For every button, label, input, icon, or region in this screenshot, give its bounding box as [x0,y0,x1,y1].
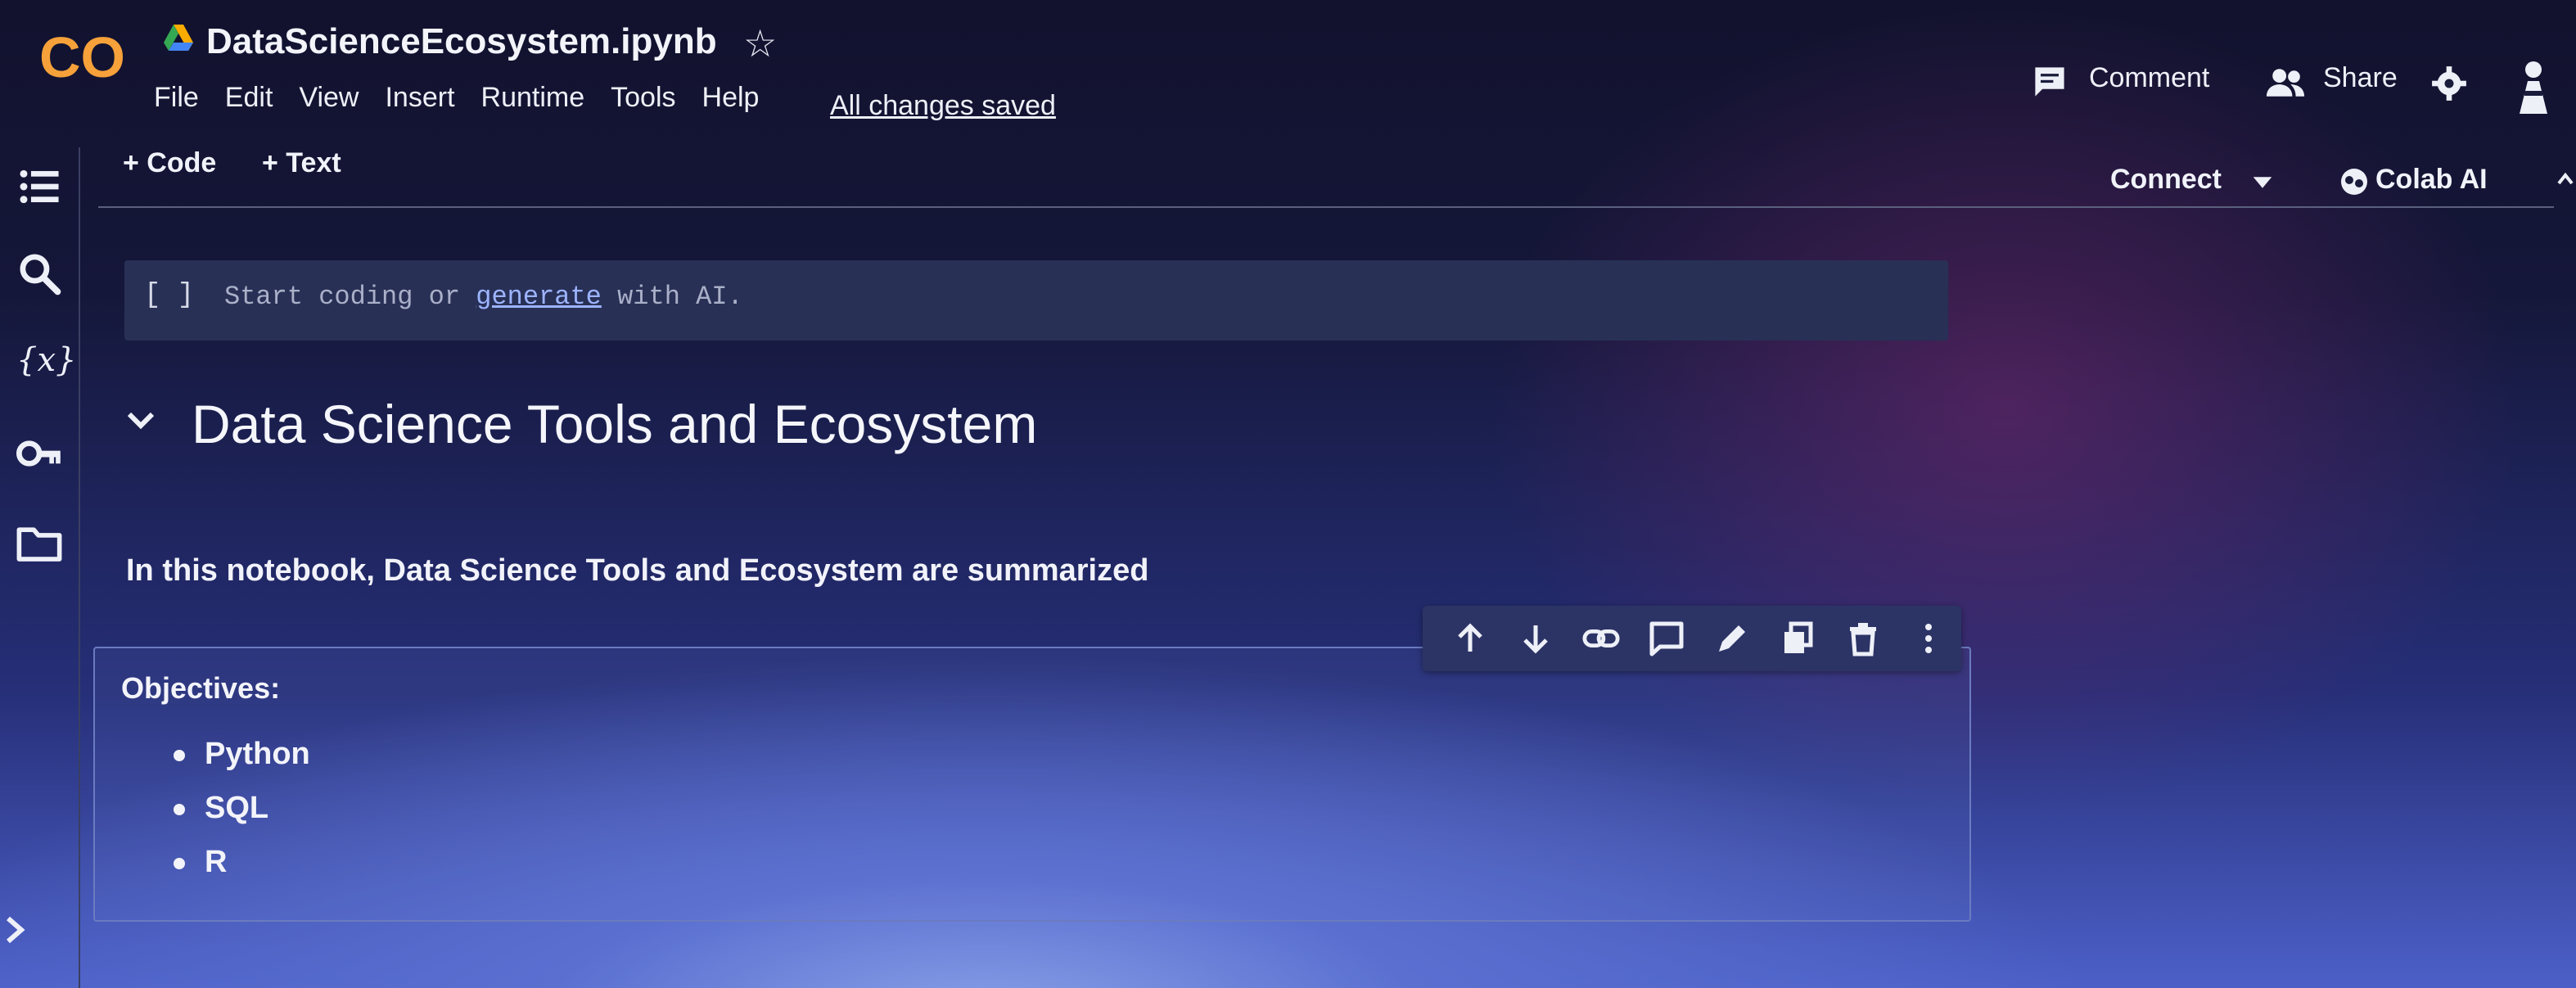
comment-icon [1649,621,1684,656]
list-item: SQL [169,791,310,845]
secrets-key-icon[interactable] [16,431,62,476]
star-icon[interactable]: ☆ [743,21,777,65]
code-cell[interactable]: [ ] Start coding or generate with AI. [124,260,1948,341]
code-cell-placeholder: Start coding or generate with AI. [224,282,743,312]
run-cell-bracket[interactable]: [ ] [144,280,194,311]
move-down-button[interactable] [1503,614,1568,663]
colab-ai-icon [2341,169,2367,195]
more-options-icon [1925,624,1932,653]
files-folder-icon[interactable] [16,521,62,566]
colab-ai-button[interactable]: Colab AI [2375,164,2488,196]
top-bar: CO DataScienceEcosystem.ipynb ☆ File Edi… [0,0,2576,147]
placeholder-text-before: Start coding or [224,282,476,312]
comment-button[interactable]: Comment [2089,62,2209,94]
expand-sidebar-icon[interactable] [3,914,28,946]
move-up-icon [1458,623,1482,652]
toolbar-divider [98,206,2554,208]
markdown-cell-selected[interactable] [93,647,1971,922]
connect-dropdown-icon[interactable] [2251,175,2274,190]
menu-tools[interactable]: Tools [611,82,675,114]
link-icon [1582,629,1620,648]
search-icon[interactable] [16,250,62,296]
add-text-button[interactable]: + Text [262,147,341,179]
collapse-section-icon[interactable] [123,403,159,439]
variables-icon[interactable]: {x} [16,337,76,383]
menu-edit[interactable]: Edit [225,82,273,114]
google-drive-icon [164,25,193,51]
objectives-list: Python SQL R [169,737,310,899]
colab-logo[interactable]: CO [36,25,128,90]
svg-text:CO: CO [39,25,125,89]
section-heading: Data Science Tools and Ecosystem [192,394,1038,454]
share-people-icon[interactable] [2264,65,2307,100]
menu-insert[interactable]: Insert [385,82,454,114]
objectives-label: Objectives: [121,671,281,705]
more-options-button[interactable] [1896,614,1961,663]
list-item: R [169,845,310,899]
connect-button[interactable]: Connect [2110,164,2222,196]
menu-view[interactable]: View [299,82,359,114]
save-status-link[interactable]: All changes saved [830,90,1056,122]
share-button[interactable]: Share [2323,62,2398,94]
copy-link-button[interactable] [1568,614,1634,663]
placeholder-text-after: with AI. [601,282,743,312]
left-sidebar: {x} [0,147,80,988]
settings-gear-icon[interactable] [2431,65,2467,102]
collapse-header-icon[interactable] [2557,172,2574,185]
comment-icon[interactable] [2032,64,2068,100]
edit-cell-button[interactable] [1699,614,1765,663]
mirror-cell-button[interactable] [1765,614,1830,663]
intro-text: In this notebook, Data Science Tools and… [126,553,1149,588]
user-avatar[interactable] [2513,57,2554,116]
menu-help[interactable]: Help [702,82,760,114]
add-comment-button[interactable] [1634,614,1699,663]
table-of-contents-icon[interactable] [16,164,62,210]
delete-cell-button[interactable] [1830,614,1896,663]
list-item: Python [169,737,310,791]
menu-bar: File Edit View Insert Runtime Tools Help [154,82,785,114]
notebook-title[interactable]: DataScienceEcosystem.ipynb [206,21,717,62]
mirror-cell-icon [1784,621,1813,653]
generate-link[interactable]: generate [476,282,602,312]
cell-toolbar [1423,606,1961,671]
edit-icon [1719,625,1745,652]
delete-icon [1850,623,1876,656]
move-up-button[interactable] [1437,614,1503,663]
move-down-icon [1523,625,1548,654]
add-code-button[interactable]: + Code [123,147,216,179]
menu-runtime[interactable]: Runtime [481,82,585,114]
menu-file[interactable]: File [154,82,199,114]
